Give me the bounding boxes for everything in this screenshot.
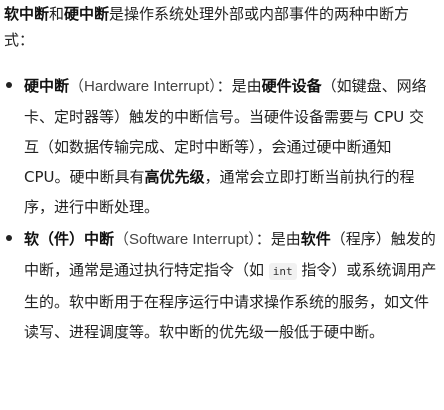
soft-interrupt-term: 软中断 <box>4 5 50 23</box>
inline-code: int <box>268 263 297 280</box>
intro-paragraph: 软中断和硬中断是操作系统处理外部或内部事件的两种中断方式： <box>4 0 438 53</box>
list-item-hardware-interrupt: 硬中断（Hardware Interrupt）：是由硬件设备（如键盘、网络卡、定… <box>4 71 438 222</box>
hard-interrupt-term: 硬中断 <box>64 5 110 23</box>
bullet-dot-icon <box>6 82 12 88</box>
bullet-text: 硬中断（Hardware Interrupt）：是由硬件设备（如键盘、网络卡、定… <box>24 71 438 222</box>
intro-and: 和 <box>49 5 65 23</box>
bullet-bold-phrase: 高优先级 <box>144 168 205 186</box>
bullet-bold-phrase: 硬件设备 <box>261 77 322 95</box>
bullet-text-part: ：是由 <box>216 77 262 95</box>
bullet-text: 软（件）中断（Software Interrupt）：是由软件（程序）触发的中断… <box>24 224 438 347</box>
bullet-term: 硬中断 <box>24 77 70 95</box>
bullet-dot-icon <box>6 235 12 241</box>
list-item-software-interrupt: 软（件）中断（Software Interrupt）：是由软件（程序）触发的中断… <box>4 224 438 347</box>
bullet-bold-phrase: 软件 <box>300 230 331 248</box>
bullet-english-term: （Software Interrupt） <box>114 231 256 248</box>
bullet-english-term: （Hardware Interrupt） <box>69 78 217 95</box>
document: 软中断和硬中断是操作系统处理外部或内部事件的两种中断方式： 硬中断（Hardwa… <box>0 0 444 410</box>
bullet-text-part: ：是由 <box>255 230 301 248</box>
interrupt-type-list: 硬中断（Hardware Interrupt）：是由硬件设备（如键盘、网络卡、定… <box>4 71 438 347</box>
bullet-term: 软（件）中断 <box>24 230 115 248</box>
